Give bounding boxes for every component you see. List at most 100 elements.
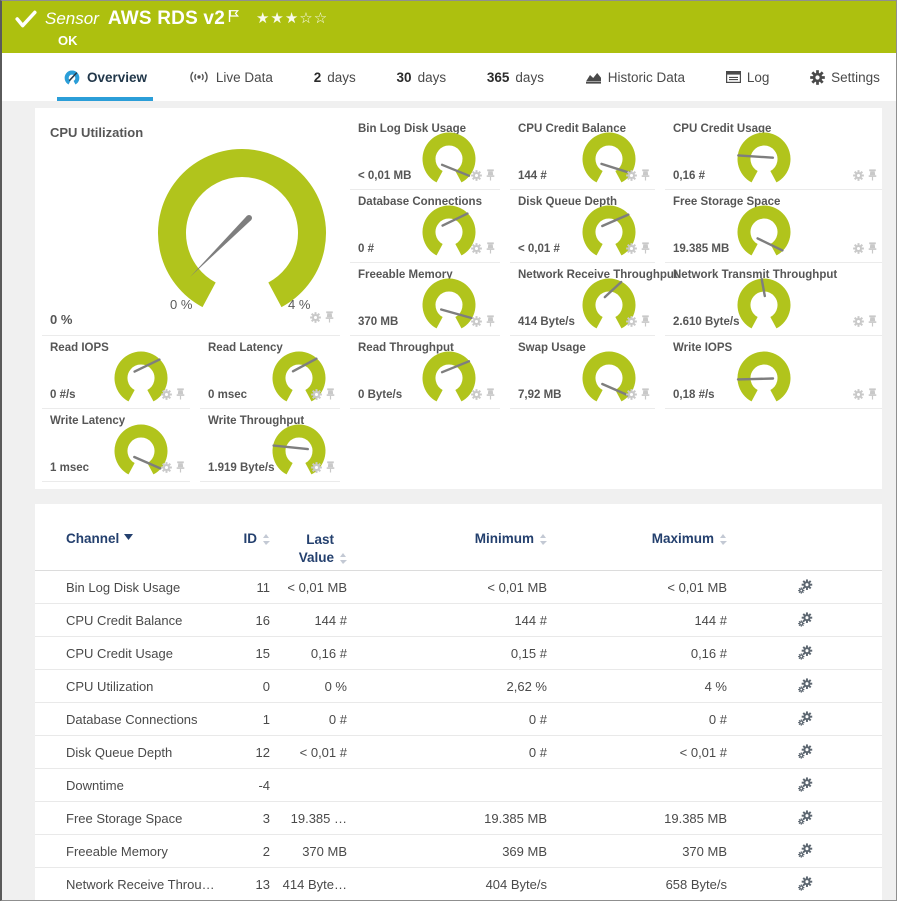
channel-settings-icon[interactable] bbox=[797, 777, 813, 793]
gauge-cell-read-throughput[interactable]: Read Throughput 0 Byte/s bbox=[350, 336, 500, 409]
gauge-cell-write-iops[interactable]: Write IOPS 0,18 #/s bbox=[665, 336, 882, 409]
flag-icon[interactable] bbox=[228, 9, 240, 23]
channel-name[interactable]: CPU Utilization bbox=[66, 679, 237, 694]
channel-name[interactable]: CPU Credit Balance bbox=[66, 613, 237, 628]
channel-id: 11 bbox=[256, 579, 271, 595]
gauge-scale-min: 0 % bbox=[170, 297, 193, 312]
channel-settings-icon[interactable] bbox=[797, 711, 813, 727]
gauge-cell-cpu-credit-balance[interactable]: CPU Credit Balance 144 # bbox=[510, 117, 655, 190]
gauge-settings-gear-icon[interactable] bbox=[626, 168, 637, 186]
gauge-cell-cpu-credit-usage[interactable]: CPU Credit Usage 0,16 # bbox=[665, 117, 882, 190]
gauge-pin-icon[interactable] bbox=[641, 241, 650, 259]
gauge-cell-write-throughput[interactable]: Write Throughput 1.919 Byte/s bbox=[200, 409, 340, 482]
channel-name[interactable]: Network Receive Throu… bbox=[66, 877, 237, 892]
column-header-last[interactable]: Last Value bbox=[270, 531, 347, 566]
gauge-settings-gear-icon[interactable] bbox=[311, 460, 322, 478]
tab-historic-data[interactable]: Historic Data bbox=[579, 53, 691, 101]
column-header-max[interactable]: Maximum bbox=[547, 531, 727, 546]
tab-2-days[interactable]: 2 days bbox=[308, 53, 362, 101]
channel-settings-icon[interactable] bbox=[797, 612, 813, 628]
gauge-settings-gear-icon[interactable] bbox=[310, 310, 321, 328]
gauge-settings-gear-icon[interactable] bbox=[471, 387, 482, 405]
gauge-settings-gear-icon[interactable] bbox=[853, 314, 864, 332]
gauge-settings-gear-icon[interactable] bbox=[161, 387, 172, 405]
channel-settings-icon[interactable] bbox=[797, 579, 813, 595]
gauge-settings-gear-icon[interactable] bbox=[626, 387, 637, 405]
gauge-pin-icon[interactable] bbox=[486, 241, 495, 259]
gauge-cell-free-storage-space[interactable]: Free Storage Space 19.385 MB bbox=[665, 190, 882, 263]
gauge-settings-gear-icon[interactable] bbox=[311, 387, 322, 405]
gauge-pin-icon[interactable] bbox=[868, 168, 877, 186]
column-header-id[interactable]: ID bbox=[237, 531, 270, 546]
gauge-cell-write-latency[interactable]: Write Latency 1 msec bbox=[42, 409, 190, 482]
channel-name[interactable]: Downtime bbox=[66, 778, 237, 793]
gauge-dial bbox=[737, 132, 791, 183]
table-row: CPU Utilization 0 0 % 2,62 % 4 % bbox=[35, 670, 882, 703]
gauge-settings-gear-icon[interactable] bbox=[471, 241, 482, 259]
gauge-settings-gear-icon[interactable] bbox=[471, 168, 482, 186]
gauge-pin-icon[interactable] bbox=[641, 387, 650, 405]
tab-live-data[interactable]: Live Data bbox=[182, 53, 279, 101]
gauge-cell-swap-usage[interactable]: Swap Usage 7,92 MB bbox=[510, 336, 655, 409]
gauge-settings-gear-icon[interactable] bbox=[853, 168, 864, 186]
table-row: Downtime -4 bbox=[35, 769, 882, 802]
tab-365-days[interactable]: 365 days bbox=[481, 53, 550, 101]
channel-name[interactable]: CPU Credit Usage bbox=[66, 646, 237, 661]
gauge-settings-gear-icon[interactable] bbox=[471, 314, 482, 332]
gauge-settings-gear-icon[interactable] bbox=[626, 314, 637, 332]
column-header-min[interactable]: Minimum bbox=[347, 531, 547, 546]
gauge-settings-gear-icon[interactable] bbox=[853, 241, 864, 259]
channel-minimum: 19.385 MB bbox=[484, 810, 547, 826]
gauge-pin-icon[interactable] bbox=[486, 168, 495, 186]
channel-settings-icon[interactable] bbox=[797, 645, 813, 661]
tab-bar: Overview Live Data 2 days 30 days 365 days Histo… bbox=[2, 53, 896, 101]
tab-30-days[interactable]: 30 days bbox=[391, 53, 453, 101]
gauge-cell-network-receive-throughput[interactable]: Network Receive Throughput 414 Byte/s bbox=[510, 263, 678, 336]
gauge-pin-icon[interactable] bbox=[176, 460, 185, 478]
channel-name[interactable]: Free Storage Space bbox=[66, 811, 237, 826]
gauge-title: Swap Usage bbox=[518, 342, 586, 354]
gauge-pin-icon[interactable] bbox=[326, 387, 335, 405]
channel-table-body: Bin Log Disk Usage 11 < 0,01 MB < 0,01 MB < … bbox=[35, 571, 882, 900]
channel-settings-icon[interactable] bbox=[797, 843, 813, 859]
gauge-cell-cpu-utilization[interactable]: CPU Utilization 0 % 4 % 0 % bbox=[42, 117, 340, 336]
gauge-pin-icon[interactable] bbox=[641, 168, 650, 186]
channel-name[interactable]: Disk Queue Depth bbox=[66, 745, 237, 760]
priority-star-rating[interactable]: ★★★☆☆ bbox=[256, 9, 328, 27]
tab-log[interactable]: Log bbox=[720, 53, 776, 101]
gauge-cell-read-latency[interactable]: Read Latency 0 msec bbox=[200, 336, 340, 409]
gauge-cell-network-transmit-throughput[interactable]: Network Transmit Throughput 2.610 Byte/s bbox=[665, 263, 882, 336]
channel-table-panel: Channel ID Last Value Minimum Maximum Bin Lo… bbox=[35, 504, 882, 900]
channel-settings-icon[interactable] bbox=[797, 876, 813, 892]
gauge-dial bbox=[736, 351, 791, 402]
gauge-pin-icon[interactable] bbox=[325, 310, 334, 328]
gauge-cell-database-connections[interactable]: Database Connections 0 # bbox=[350, 190, 500, 263]
gauge-settings-gear-icon[interactable] bbox=[853, 387, 864, 405]
gauge-pin-icon[interactable] bbox=[868, 314, 877, 332]
channel-settings-icon[interactable] bbox=[797, 810, 813, 826]
gauge-cell-disk-queue-depth[interactable]: Disk Queue Depth < 0,01 # bbox=[510, 190, 655, 263]
channel-name[interactable]: Database Connections bbox=[66, 712, 237, 727]
channel-settings-icon[interactable] bbox=[797, 678, 813, 694]
gauge-pin-icon[interactable] bbox=[176, 387, 185, 405]
gauge-pin-icon[interactable] bbox=[868, 241, 877, 259]
gauge-pin-icon[interactable] bbox=[326, 460, 335, 478]
gauge-settings-gear-icon[interactable] bbox=[626, 241, 637, 259]
tab-settings[interactable]: Settings bbox=[804, 53, 886, 101]
tab-overview[interactable]: Overview bbox=[57, 53, 154, 101]
channel-name[interactable]: Bin Log Disk Usage bbox=[66, 580, 237, 595]
channel-id: 13 bbox=[255, 876, 270, 892]
column-label: Maximum bbox=[651, 531, 714, 546]
gauge-cell-read-iops[interactable]: Read IOPS 0 #/s bbox=[42, 336, 190, 409]
gauge-cell-bin-log-disk-usage[interactable]: Bin Log Disk Usage < 0,01 MB bbox=[350, 117, 500, 190]
gauge-pin-icon[interactable] bbox=[486, 387, 495, 405]
gauge-pin-icon[interactable] bbox=[641, 314, 650, 332]
channel-settings-icon[interactable] bbox=[797, 744, 813, 760]
gauge-pin-icon[interactable] bbox=[486, 314, 495, 332]
channel-name[interactable]: Freeable Memory bbox=[66, 844, 237, 859]
gauge-settings-gear-icon[interactable] bbox=[161, 460, 172, 478]
gauge-cell-freeable-memory[interactable]: Freeable Memory 370 MB bbox=[350, 263, 500, 336]
gauge-pin-icon[interactable] bbox=[868, 387, 877, 405]
channel-last-value: < 0,01 # bbox=[299, 744, 347, 760]
column-header-channel[interactable]: Channel bbox=[66, 531, 237, 546]
